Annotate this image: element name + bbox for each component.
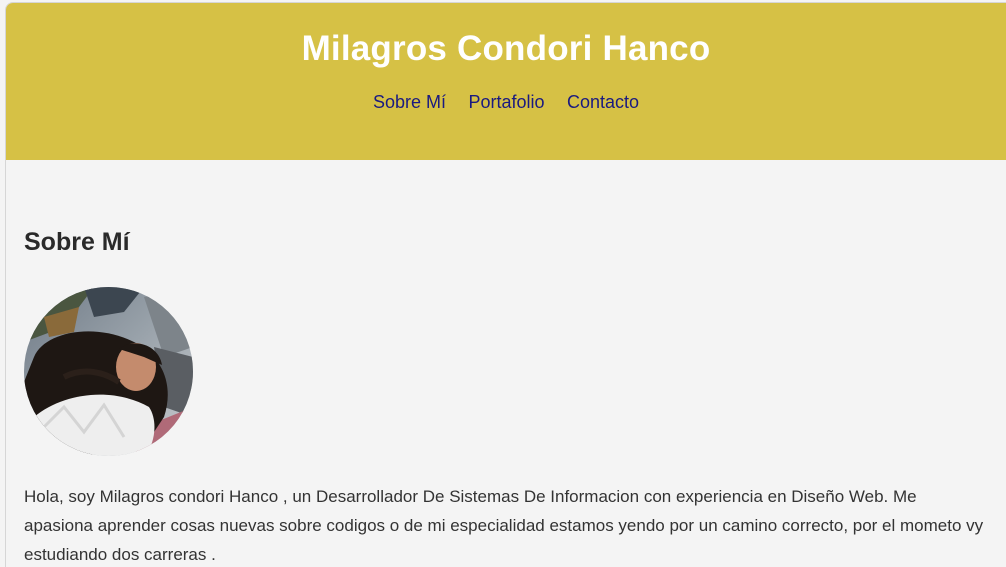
about-section: Sobre Mí Hola, soy Milagros condori Hanc… <box>24 226 988 567</box>
profile-photo <box>24 287 193 456</box>
nav-link-sobre-mi[interactable]: Sobre Mí <box>373 92 446 112</box>
site-title: Milagros Condori Hanco <box>301 29 711 68</box>
site-header: Milagros Condori Hanco Sobre Mí Portafol… <box>6 3 1006 160</box>
section-title: Sobre Mí <box>24 228 130 256</box>
nav-link-portafolio[interactable]: Portafolio <box>468 92 544 112</box>
main-nav: Sobre Mí Portafolio Contacto <box>6 92 1006 113</box>
nav-link-contacto[interactable]: Contacto <box>567 92 639 112</box>
browser-viewport: Milagros Condori Hanco Sobre Mí Portafol… <box>5 2 1006 567</box>
about-text: Hola, soy Milagros condori Hanco , un De… <box>24 487 984 564</box>
main-content: Sobre Mí Hola, soy Milagros condori Hanc… <box>6 226 1006 567</box>
